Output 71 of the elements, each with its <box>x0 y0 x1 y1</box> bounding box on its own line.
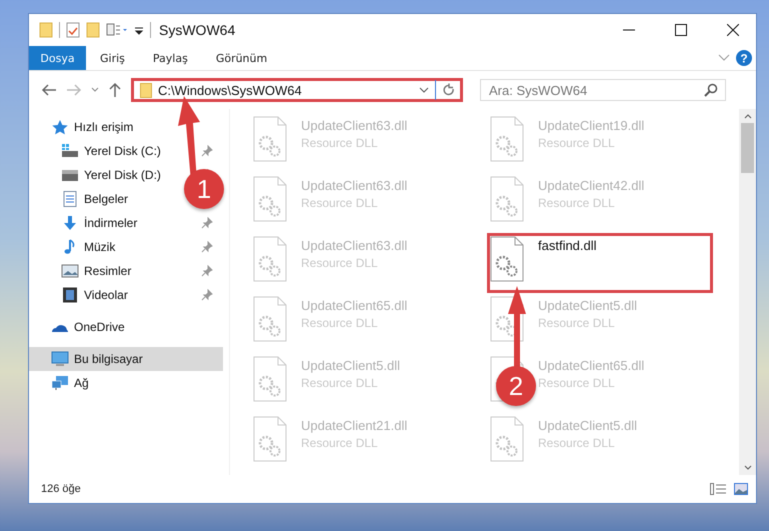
file-name: UpdateClient21.dll <box>301 418 408 433</box>
file-name: UpdateClient5.dll <box>301 358 400 373</box>
large-icons-view-icon[interactable] <box>734 483 748 495</box>
sidebar-item[interactable]: Yerel Disk (D:) <box>29 163 165 187</box>
file-name: UpdateClient42.dll <box>538 178 644 193</box>
back-arrow-icon[interactable] <box>41 83 57 97</box>
address-path: C:\Windows\SysWOW64 <box>158 82 302 98</box>
settings-file-icon <box>253 116 287 162</box>
monitor-icon <box>51 351 69 367</box>
sidebar-item[interactable]: Ağ <box>29 371 93 395</box>
film-icon <box>61 287 79 303</box>
sidebar-item[interactable]: Hızlı erişim <box>29 115 138 139</box>
ribbon-tab[interactable]: Dosya <box>29 46 86 70</box>
search-icon <box>704 83 718 97</box>
settings-file-icon <box>490 416 524 462</box>
file-name: UpdateClient5.dll <box>538 418 638 433</box>
maximize-icon <box>675 24 687 36</box>
sidebar-item[interactable]: Belgeler <box>29 187 132 211</box>
sidebar-item[interactable]: İndirmeler <box>29 211 142 235</box>
sidebar-item[interactable]: OneDrive <box>29 315 129 339</box>
search-field[interactable]: Ara: SysWOW64 <box>480 79 726 101</box>
refresh-icon[interactable] <box>442 83 456 97</box>
drive-icon <box>61 167 79 183</box>
drive-icon <box>61 143 79 159</box>
scrollbar[interactable] <box>739 109 756 475</box>
file-name: UpdateClient63.dll <box>301 178 408 193</box>
file-name: UpdateClient63.dll <box>301 238 408 253</box>
settings-file-icon <box>490 176 524 222</box>
file-name: UpdateClient65.dll <box>301 298 408 313</box>
properties-icon[interactable] <box>66 22 80 38</box>
document-icon <box>61 191 79 207</box>
settings-file-icon <box>253 416 287 462</box>
chevron-down-icon[interactable] <box>744 465 752 471</box>
settings-file-icon <box>253 236 287 282</box>
sidebar-item[interactable]: Bu bilgisayar <box>29 347 223 371</box>
up-arrow-icon[interactable] <box>108 82 122 98</box>
file-name: UpdateClient5.dll <box>538 298 638 313</box>
ribbon-tab[interactable]: Görünüm <box>202 46 282 70</box>
sidebar-item[interactable]: Müzik <box>29 235 120 259</box>
folder-icon <box>140 82 152 98</box>
settings-file-icon <box>490 116 524 162</box>
sidebar-item[interactable]: Resimler <box>29 259 136 283</box>
settings-file-icon <box>253 356 287 402</box>
help-icon[interactable]: ? <box>736 50 752 66</box>
scrollbar-thumb[interactable] <box>741 123 754 173</box>
ribbon-tab[interactable]: Paylaş <box>138 46 202 70</box>
details-view-icon[interactable] <box>710 483 726 495</box>
picture-icon <box>61 263 79 279</box>
address-bar[interactable]: C:\Windows\SysWOW64 <box>131 78 463 102</box>
sidebar-item[interactable]: Videolar <box>29 283 132 307</box>
close-icon <box>727 24 739 36</box>
file-name: fastfind.dll <box>538 238 597 253</box>
star-icon <box>51 119 69 135</box>
minimize-icon <box>623 29 635 31</box>
network-icon <box>51 375 69 391</box>
chevron-down-icon[interactable] <box>91 87 99 93</box>
down-arrow-icon <box>61 215 79 231</box>
settings-file-icon <box>490 236 524 282</box>
chevron-up-icon[interactable] <box>744 113 752 119</box>
view-options-icon[interactable] <box>106 22 128 38</box>
file-name: UpdateClient65.dll <box>538 358 644 373</box>
item-count: 126 öğe <box>41 483 81 495</box>
file-item[interactable]: fastfind.dll <box>487 233 713 293</box>
file-name: UpdateClient63.dll <box>301 118 408 133</box>
file-name: UpdateClient19.dll <box>538 118 644 133</box>
settings-file-icon <box>253 176 287 222</box>
window-title: SysWOW64 <box>159 22 236 38</box>
settings-file-icon <box>253 296 287 342</box>
chevron-down-icon[interactable] <box>419 86 429 94</box>
ribbon-tab[interactable]: Giriş <box>86 46 139 70</box>
sidebar-item[interactable]: Yerel Disk (C:) <box>29 139 165 163</box>
